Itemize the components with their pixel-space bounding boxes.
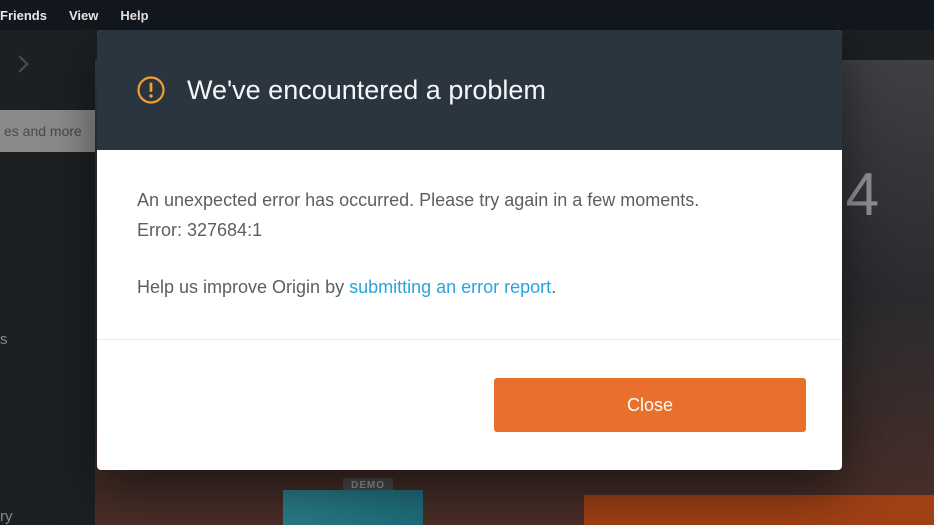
error-dialog: We've encountered a problem An unexpecte…: [97, 30, 842, 470]
error-message: An unexpected error has occurred. Please…: [137, 186, 802, 216]
dialog-footer: Close: [97, 340, 842, 470]
dialog-title: We've encountered a problem: [187, 75, 546, 106]
menu-friends[interactable]: Friends: [0, 8, 47, 23]
dialog-header: We've encountered a problem: [97, 30, 842, 150]
help-suffix: .: [551, 277, 556, 297]
dialog-body: An unexpected error has occurred. Please…: [97, 150, 842, 340]
warning-icon: [137, 76, 165, 104]
menu-view[interactable]: View: [69, 8, 98, 23]
help-prefix: Help us improve Origin by: [137, 277, 349, 297]
menubar: Friends View Help: [0, 0, 934, 30]
submit-report-link[interactable]: submitting an error report: [349, 277, 551, 297]
menu-help[interactable]: Help: [120, 8, 148, 23]
error-code: Error: 327684:1: [137, 216, 802, 246]
help-text: Help us improve Origin by submitting an …: [137, 273, 802, 303]
close-button[interactable]: Close: [494, 378, 806, 432]
